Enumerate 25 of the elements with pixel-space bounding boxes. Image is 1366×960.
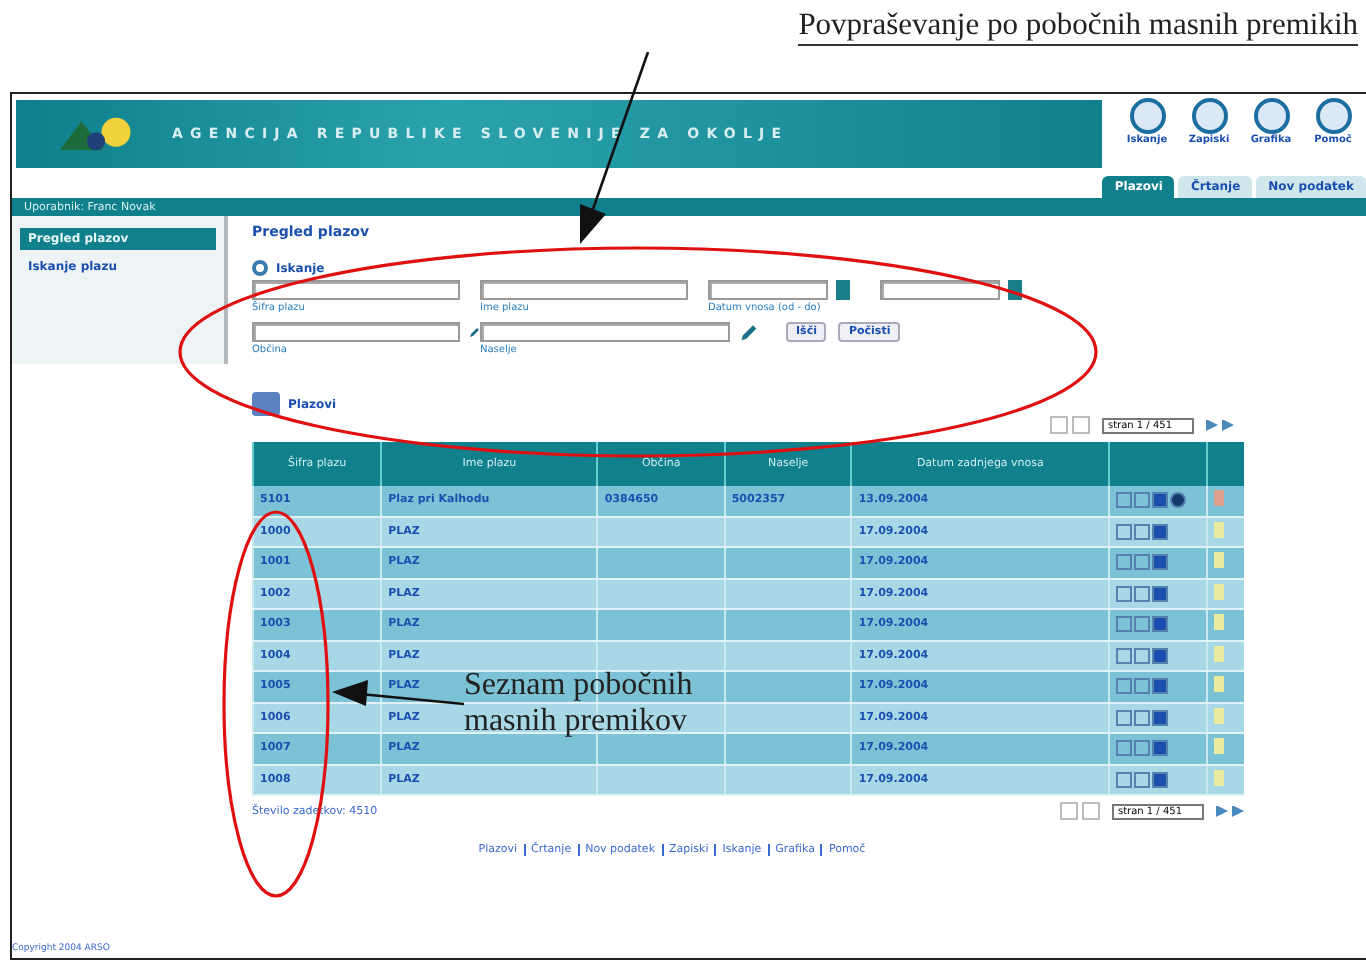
callout-text: Povpraševanje po pobočnih masnih premikih [798,8,1358,46]
arrow [332,680,464,712]
first-page-icon[interactable] [1049,416,1068,434]
input-field[interactable] [480,322,730,342]
input-field[interactable] [708,280,828,300]
tool-icon[interactable] [1315,98,1351,134]
callout-text: Seznam pobočnih masnih premikov [464,668,695,740]
last-page-icon[interactable] [1222,419,1234,431]
tool-icon[interactable] [1253,98,1289,134]
tool-icon[interactable] [1191,98,1227,134]
input-field[interactable] [252,280,460,300]
pencil-icon[interactable] [738,322,758,342]
previous-page-icon[interactable] [1081,802,1100,820]
logo-icon [56,112,136,156]
input-field[interactable] [252,322,460,342]
input-field[interactable] [880,280,1000,300]
input-field[interactable] [480,280,688,300]
globe-icon[interactable] [1170,492,1186,509]
previous-page-icon[interactable] [1071,416,1090,434]
next-page-icon[interactable] [1206,419,1218,431]
tool-icon[interactable] [1129,98,1165,134]
next-page-icon[interactable] [1216,805,1228,817]
first-page-icon[interactable] [1059,802,1078,820]
search-icon [252,260,268,276]
last-page-icon[interactable] [1232,805,1244,817]
